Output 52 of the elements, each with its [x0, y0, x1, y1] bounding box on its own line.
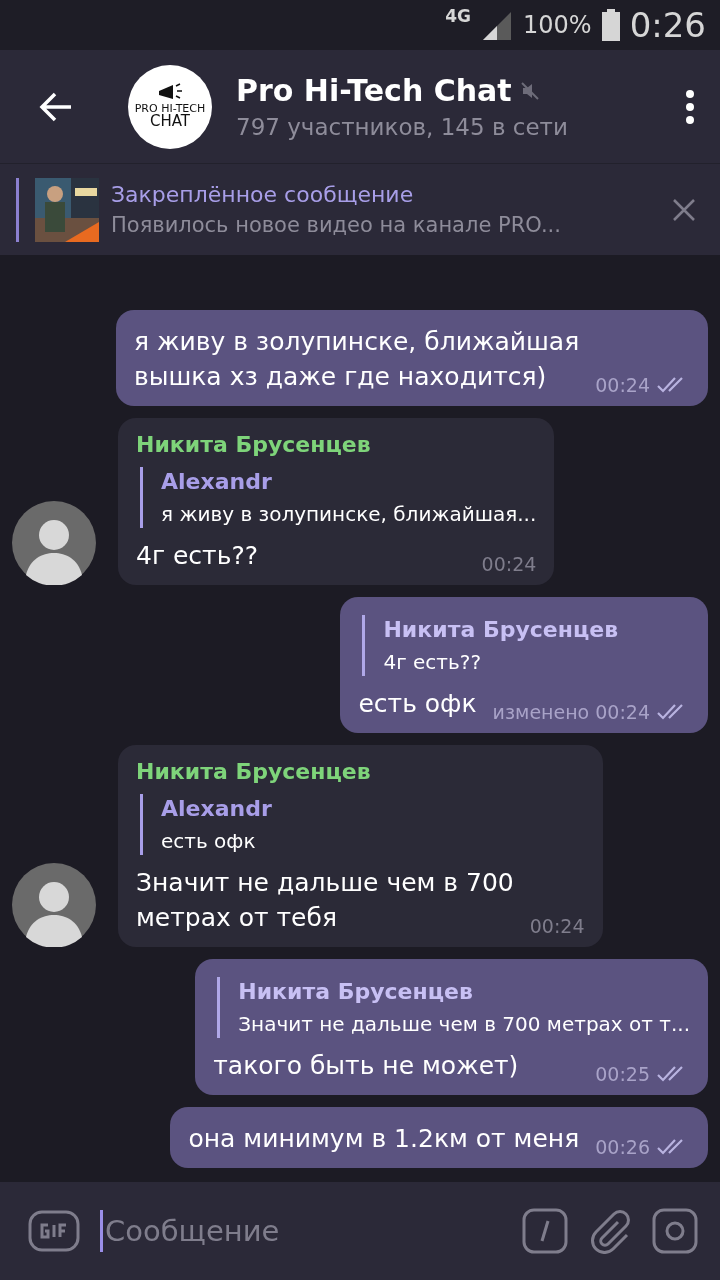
reply-text: 4г есть?? — [383, 650, 482, 674]
message-time: 00:24 — [481, 553, 537, 575]
signal-icon — [481, 10, 513, 40]
reply-author: Никита Брусенцев — [383, 617, 620, 642]
clock-time: 0:26 — [629, 5, 706, 45]
battery-icon — [601, 9, 620, 41]
avatar-icon — [12, 863, 96, 947]
camera-button[interactable] — [652, 1208, 698, 1254]
paperclip-icon — [588, 1208, 632, 1254]
message-text: такого быть не может) — [213, 1050, 519, 1082]
member-count: 797 участников, 145 в сети — [236, 114, 569, 140]
message-time: 00:24 — [529, 915, 585, 937]
message-time: 00:24 — [595, 701, 650, 723]
back-arrow-icon — [39, 91, 73, 122]
message-text: я живу в золупинске, ближайшая вышка хз даже где находится) — [133, 326, 580, 393]
more-options-icon — [686, 89, 694, 124]
message-time: 00:26 — [595, 1136, 650, 1158]
avatar-icon — [12, 501, 96, 585]
reply-text: Значит не дальше чем в 700 метрах от т... — [238, 1012, 690, 1036]
battery-level: 100% — [523, 11, 592, 39]
pinned-title: Закреплённое сообщение — [111, 182, 415, 207]
reply-quote[interactable]: Alexandr есть офк — [140, 794, 585, 855]
reply-text: есть офк — [161, 829, 257, 853]
gif-button[interactable] — [28, 1210, 80, 1252]
logo-text: PRO HI-TECH — [134, 102, 206, 115]
chat-title: Pro Hi-Tech Chat — [236, 73, 512, 108]
network-type: 4G — [445, 6, 471, 26]
pinned-message-text: Появилось новое видео на канале PRO... — [111, 213, 562, 237]
camera-icon — [652, 1208, 698, 1254]
reply-quote[interactable]: Alexandr я живу в золупинске, ближайшая... — [140, 467, 537, 528]
slash-icon — [522, 1208, 568, 1254]
reply-text: я живу в золупинске, ближайшая... — [161, 502, 537, 526]
sender-name: Никита Брусенцев — [136, 759, 372, 784]
reply-quote[interactable]: Никита Брусенцев Значит не дальше чем в 700 метрах от т... — [217, 977, 690, 1038]
reply-author: Alexandr — [161, 796, 273, 821]
message-text: есть офк — [358, 688, 477, 720]
logo-text: CHAT — [150, 114, 190, 131]
channel-logo[interactable]: PRO HI-TECH CHAT — [128, 64, 212, 149]
close-icon — [672, 197, 696, 222]
sender-name: Никита Брусенцев — [136, 432, 372, 457]
commands-button[interactable] — [522, 1208, 568, 1254]
message-time: 00:24 — [595, 374, 650, 396]
message-text: она минимум в 1.2км от меня — [188, 1123, 580, 1155]
message-time: 00:25 — [595, 1063, 650, 1085]
message-text: Значит не дальше чем в 700 метрах от тебя — [136, 867, 514, 934]
attach-button[interactable] — [588, 1208, 632, 1254]
message-text: 4г есть?? — [136, 540, 258, 572]
gif-icon — [28, 1210, 80, 1252]
edited-label: изменено — [492, 701, 590, 723]
reply-author: Никита Брусенцев — [238, 979, 474, 1004]
reply-author: Alexandr — [161, 469, 273, 494]
reply-quote[interactable]: Никита Брусенцев 4г есть?? — [362, 615, 690, 676]
